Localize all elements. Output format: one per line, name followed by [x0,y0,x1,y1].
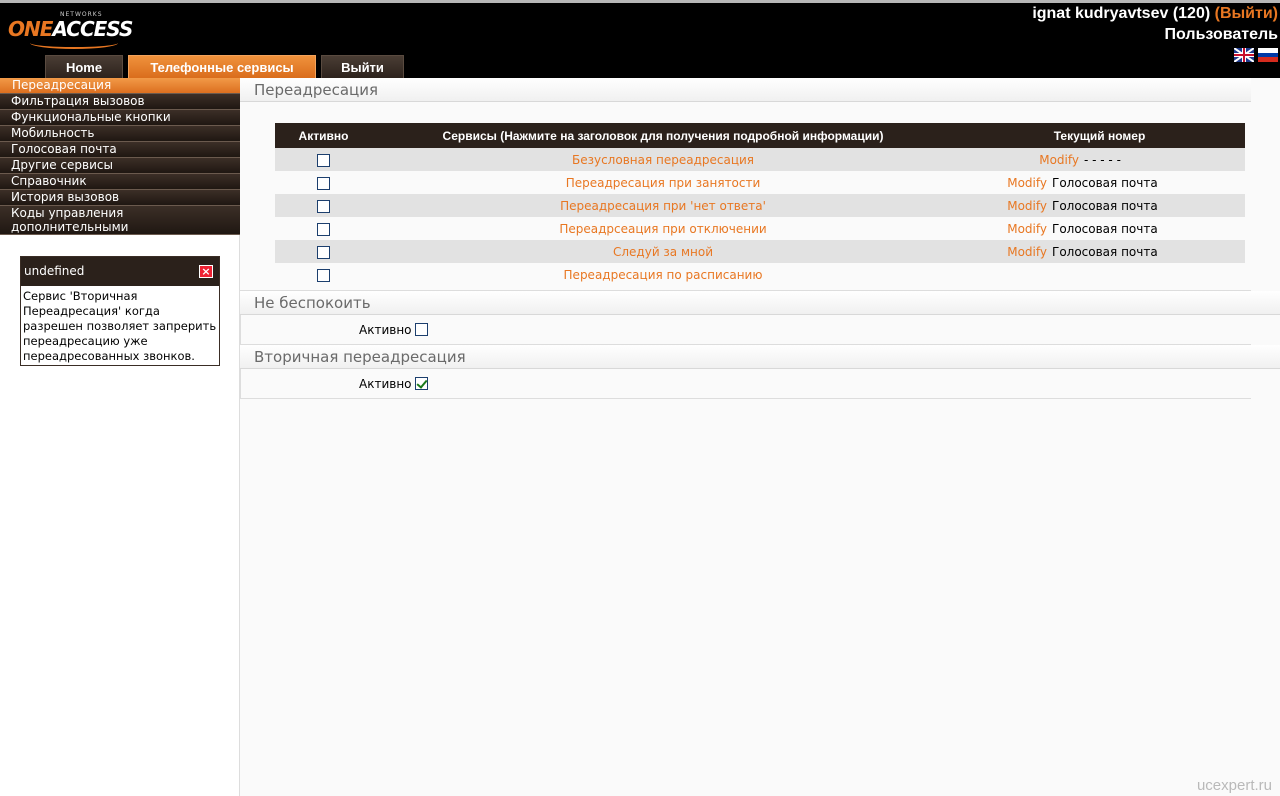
modify-link[interactable]: Modify [1007,222,1047,236]
current-number-value: Голосовая почта [1052,175,1158,190]
sidebar-item-service-codes[interactable]: Коды управления дополнительными услугами [0,206,240,248]
help-box: undefined × Сервис 'Вторичная Переадреса… [20,256,220,366]
col-header-current-number: Текущий номер [954,123,1245,148]
modify-link[interactable]: Modify [1007,199,1047,213]
dnd-active-checkbox[interactable] [415,323,428,336]
sidebar: Переадресация Фильтрация вызовов Функцио… [0,78,240,796]
sidebar-item-other-services[interactable]: Другие сервисы [0,158,240,174]
current-number-value: Голосовая почта [1052,244,1158,259]
sidebar-item-service-codes-line1: Коды управления дополнительными [11,206,129,234]
secondary-forwarding-section: Вторичная переадресация Активно [240,345,1280,399]
dnd-active-label: Активно [359,323,412,337]
service-link-follow-me[interactable]: Следуй за мной [613,245,713,259]
current-number-value: Голосовая почта [1052,198,1158,213]
help-box-text: Сервис 'Вторичная Переадресация' когда р… [23,289,217,363]
table-row: Следуй за мной Modify Голосовая почта [275,240,1245,263]
forwarding-section: Переадресация Активно Сервисы (Нажмите н… [240,78,1251,291]
row-active-checkbox[interactable] [317,222,330,236]
row-active-checkbox[interactable] [317,245,330,259]
sidebar-item-call-history[interactable]: История вызовов [0,190,240,206]
tab-home[interactable]: Home [45,55,123,79]
modify-link[interactable]: Modify [1039,153,1079,167]
sidebar-item-voicemail[interactable]: Голосовая почта [0,142,240,158]
modify-link[interactable]: Modify [1007,176,1047,190]
dnd-body: Активно [240,315,1251,345]
row-active-checkbox[interactable] [317,176,330,190]
logout-link[interactable]: Выйти [1220,5,1273,22]
service-link-schedule[interactable]: Переадресация по расписанию [564,268,763,282]
current-number-value: Голосовая почта [1052,221,1158,236]
user-info: ignat kudryavtsev (120) (Выйти) [1032,5,1278,23]
close-icon[interactable]: × [199,265,213,278]
sidebar-item-directory[interactable]: Справочник [0,174,240,190]
service-link-unconditional[interactable]: Безусловная переадресация [572,153,754,167]
sidebar-item-service-codes-line2: услугами [4,234,63,248]
table-row: Переадресация при занятости Modify Голосо… [275,171,1245,194]
tab-exit[interactable]: Выйти [321,55,404,79]
logo-swoosh-icon [30,37,118,49]
watermark-credit: ucexpert.ru [1196,777,1272,794]
main-content: Переадресация Активно Сервисы (Нажмите н… [240,78,1280,796]
table-row: Переадресация при 'нет ответа' Modify Гол… [275,194,1245,217]
user-name: ignat kudryavtsev (120) [1032,5,1215,22]
col-header-active: Активно [275,123,372,148]
tab-phone-services[interactable]: Телефонные сервисы [128,55,316,79]
row-active-checkbox[interactable] [317,199,330,213]
header: NETWORKS ONEACCESS ignat kudryavtsev (12… [0,0,1280,79]
current-number-value: - - - - - [1084,152,1121,167]
service-link-no-answer[interactable]: Переадресация при 'нет ответа' [560,199,766,213]
table-row: Безусловная переадресация Modify - - - - … [275,148,1245,171]
sidebar-item-forwarding[interactable]: Переадресация [0,78,240,94]
main-tabs: Home Телефонные сервисы Выйти [45,55,404,79]
language-flags [1234,48,1278,62]
col-header-services[interactable]: Сервисы (Нажмите на заголовок для получе… [372,123,954,148]
sidebar-item-function-keys[interactable]: Функциональные кнопки [0,110,240,126]
forwarding-table: Активно Сервисы (Нажмите на заголовок дл… [275,123,1245,286]
sidebar-item-call-filtering[interactable]: Фильтрация вызовов [0,94,240,110]
user-close-paren: ) [1272,5,1278,22]
secondary-forwarding-body: Активно [240,369,1251,399]
service-link-unreachable[interactable]: Переадрсеация при отключении [559,222,766,236]
user-role: Пользователь [1164,26,1278,43]
help-box-title-bar: undefined × [21,257,219,286]
secondary-active-label: Активно [359,377,412,391]
row-active-checkbox[interactable] [317,268,330,282]
table-row: Переадресация по расписанию [275,263,1245,286]
modify-link[interactable]: Modify [1007,245,1047,259]
forwarding-title: Переадресация [240,78,1251,102]
service-link-busy[interactable]: Переадресация при занятости [566,176,761,190]
row-active-checkbox[interactable] [317,153,330,167]
ru-flag-icon[interactable] [1258,48,1278,62]
uk-flag-icon[interactable] [1234,48,1254,62]
dnd-title: Не беспокоить [240,291,1280,315]
secondary-forwarding-title: Вторичная переадресация [240,345,1280,369]
table-row: Переадрсеация при отключении Modify Голос… [275,217,1245,240]
help-box-title: undefined [24,264,85,278]
secondary-active-checkbox[interactable] [415,377,428,390]
oneaccess-logo[interactable]: NETWORKS ONEACCESS [8,9,133,49]
dnd-section: Не беспокоить Активно [240,291,1280,345]
forwarding-table-header: Активно Сервисы (Нажмите на заголовок дл… [275,123,1245,148]
sidebar-item-mobility[interactable]: Мобильность [0,126,240,142]
